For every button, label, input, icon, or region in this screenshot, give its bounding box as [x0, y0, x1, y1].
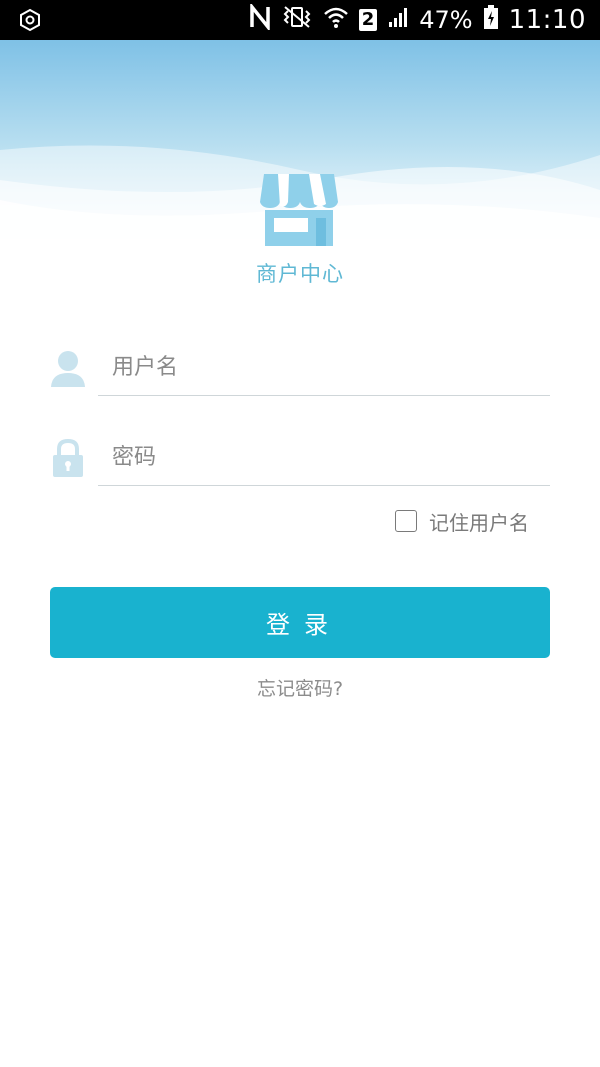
remember-label: 记住用户名 — [429, 510, 529, 535]
sim-slot-badge: 2 — [358, 9, 378, 31]
remember-checkbox[interactable] — [395, 510, 417, 532]
user-icon — [50, 348, 86, 388]
username-row — [50, 340, 550, 400]
app-title: 商户中心 — [256, 262, 344, 286]
nfc-icon — [249, 2, 271, 36]
storefront-icon — [260, 174, 338, 246]
forgot-password-link[interactable]: 忘记密码? — [0, 674, 600, 701]
username-input[interactable] — [98, 340, 550, 396]
clock: 11:10 — [508, 5, 586, 35]
vibrate-icon — [281, 5, 313, 35]
status-icons: 2 47% 11:10 — [249, 0, 586, 40]
battery-percent: 47% — [419, 6, 473, 34]
signal-icon — [387, 6, 409, 34]
password-input[interactable] — [98, 430, 550, 486]
status-bar: 2 47% 11:10 — [0, 0, 600, 40]
password-row — [50, 430, 550, 490]
settings-icon — [18, 8, 42, 32]
login-button[interactable]: 登录 — [50, 587, 550, 658]
remember-username[interactable]: 记住用户名 — [395, 506, 529, 536]
wifi-icon — [323, 5, 349, 35]
battery-icon — [483, 4, 499, 36]
lock-icon — [50, 438, 86, 478]
